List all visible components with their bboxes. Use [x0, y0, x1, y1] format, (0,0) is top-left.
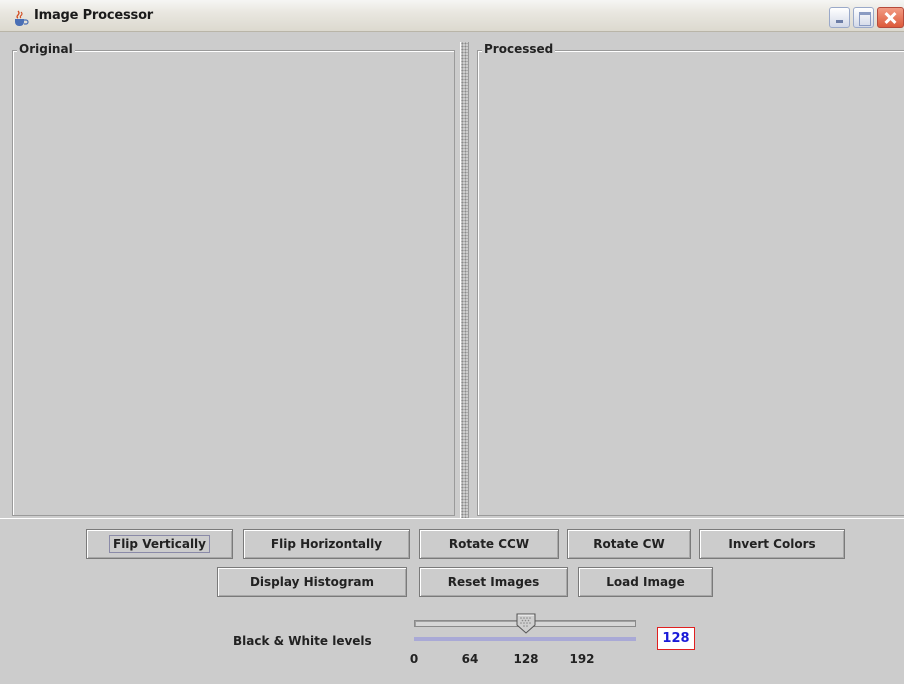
close-button[interactable] — [877, 7, 904, 28]
display-histogram-button[interactable]: Display Histogram — [217, 567, 407, 597]
rotate-cw-button[interactable]: Rotate CW — [567, 529, 691, 559]
split-pane-divider[interactable] — [457, 40, 473, 518]
rotate-ccw-button[interactable]: Rotate CCW — [419, 529, 559, 559]
invert-colors-label: Invert Colors — [728, 537, 816, 551]
rotate-ccw-label: Rotate CCW — [448, 537, 530, 551]
minimize-button[interactable] — [829, 7, 850, 28]
tick-label-64: 64 — [461, 652, 479, 666]
tick-label-0: 0 — [409, 652, 419, 666]
window-title: Image Processor — [34, 8, 154, 23]
app-window: Image Processor Original Processed Flip … — [0, 0, 904, 684]
maximize-button[interactable] — [853, 7, 874, 28]
title-bar[interactable]: Image Processor — [0, 0, 904, 32]
bw-levels-label: Black & White levels — [233, 634, 372, 648]
tick-label-128: 128 — [513, 652, 539, 666]
slider-thumb-icon[interactable] — [515, 612, 537, 634]
reset-images-button[interactable]: Reset Images — [419, 567, 568, 597]
processed-image-panel: Processed — [473, 40, 904, 518]
flip-horizontally-label: Flip Horizontally — [270, 537, 383, 551]
flip-vertically-label: Flip Vertically — [109, 535, 210, 553]
load-image-label: Load Image — [606, 575, 685, 589]
original-image-panel: Original — [8, 40, 457, 518]
divider-grip-icon[interactable] — [460, 42, 469, 518]
flip-horizontally-button[interactable]: Flip Horizontally — [243, 529, 410, 559]
rotate-cw-label: Rotate CW — [593, 537, 665, 551]
processed-panel-border — [477, 50, 904, 516]
load-image-button[interactable]: Load Image — [578, 567, 713, 597]
slider-value-display: 128 — [657, 627, 695, 650]
java-cup-icon — [15, 10, 29, 26]
original-panel-title: Original — [17, 42, 75, 56]
tick-label-192: 192 — [569, 652, 595, 666]
original-panel-border — [12, 50, 455, 516]
processed-panel-title: Processed — [482, 42, 556, 56]
display-histogram-label: Display Histogram — [249, 575, 375, 589]
flip-vertically-button[interactable]: Flip Vertically — [86, 529, 233, 559]
slider-ticks — [414, 637, 636, 641]
invert-colors-button[interactable]: Invert Colors — [699, 529, 845, 559]
reset-images-label: Reset Images — [447, 575, 540, 589]
